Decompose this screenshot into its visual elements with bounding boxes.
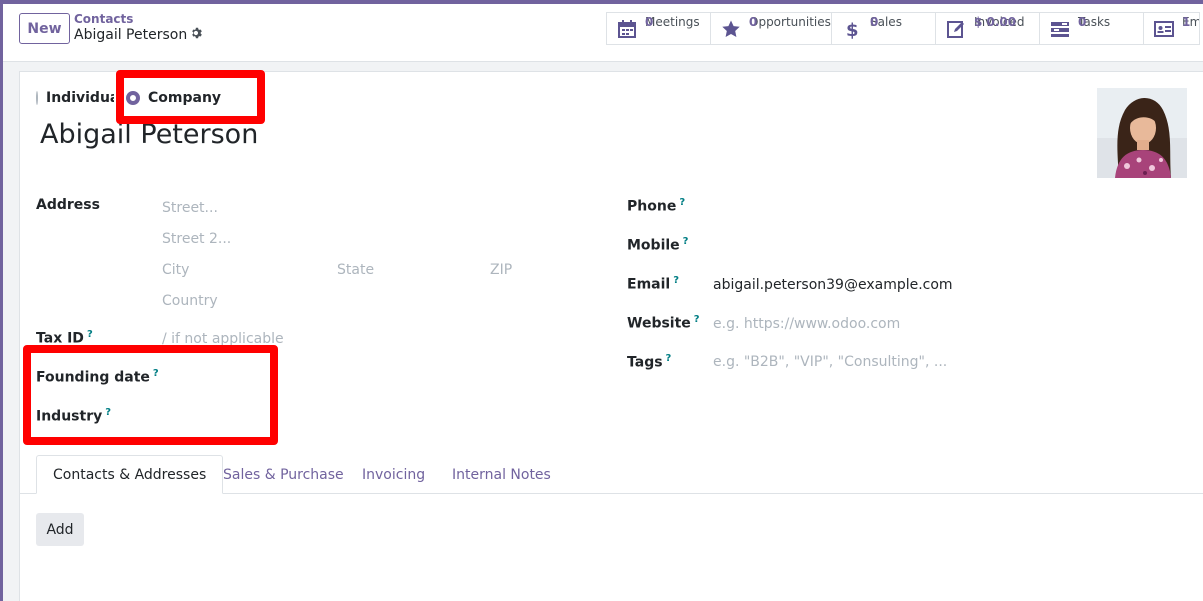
mobile-label: Mobile? bbox=[627, 236, 688, 254]
email-label: Email? bbox=[627, 275, 679, 293]
phone-label: Phone? bbox=[627, 197, 685, 215]
dollar-icon: $ bbox=[842, 18, 862, 40]
zip-input[interactable]: ZIP bbox=[490, 262, 512, 278]
left-accent-bar bbox=[0, 0, 3, 601]
new-button[interactable]: New bbox=[19, 13, 70, 44]
breadcrumb-current: Abigail Peterson bbox=[74, 27, 203, 43]
individual-radio-dot[interactable] bbox=[36, 91, 38, 105]
breadcrumb-current-label: Abigail Peterson bbox=[74, 27, 188, 43]
tab-invoicing[interactable]: Invoicing bbox=[346, 455, 441, 494]
email-input[interactable]: abigail.peterson39@example.com bbox=[713, 277, 953, 293]
company-type-radio: Individual Company bbox=[36, 90, 237, 106]
tasks-icon bbox=[1050, 18, 1070, 40]
tax-id-help-icon[interactable]: ? bbox=[87, 329, 93, 340]
company-radio[interactable]: Company bbox=[126, 90, 221, 106]
country-input[interactable]: Country bbox=[162, 293, 218, 309]
industry-label: Industry? bbox=[36, 407, 111, 425]
founding-date-label: Founding date? bbox=[36, 368, 159, 386]
email-help-icon[interactable]: ? bbox=[673, 275, 679, 286]
industry-help-icon[interactable]: ? bbox=[105, 407, 111, 418]
tax-id-label: Tax ID? bbox=[36, 329, 93, 347]
contact-avatar[interactable] bbox=[1097, 88, 1187, 178]
website-label: Website? bbox=[627, 314, 700, 332]
tags-input[interactable]: e.g. "B2B", "VIP", "Consulting", ... bbox=[713, 354, 947, 370]
email-label-text: Email bbox=[627, 276, 671, 293]
mobile-help-icon[interactable]: ? bbox=[683, 236, 689, 247]
tab-sales-purchase[interactable]: Sales & Purchase bbox=[207, 455, 360, 494]
street2-input[interactable]: Street 2... bbox=[162, 231, 231, 247]
opportunities-smart-button[interactable]: Opportunities 0 bbox=[710, 12, 831, 45]
svg-text:$: $ bbox=[846, 20, 859, 39]
form-sheet: Individual Company Abigail Peterson Addr… bbox=[19, 71, 1203, 601]
city-input[interactable]: City bbox=[162, 262, 189, 278]
mobile-label-text: Mobile bbox=[627, 237, 680, 254]
tab-contacts-addresses[interactable]: Contacts & Addresses bbox=[36, 455, 224, 494]
calendar-icon bbox=[617, 18, 637, 40]
opportunities-label: Opportunities bbox=[749, 15, 831, 29]
individual-radio-label[interactable]: Individual bbox=[46, 90, 114, 106]
star-icon bbox=[721, 18, 741, 40]
tags-label-text: Tags bbox=[627, 354, 663, 371]
control-panel: New Contacts Abigail Peterson Meetings 0… bbox=[3, 4, 1203, 62]
invoice-icon bbox=[946, 18, 966, 40]
individual-radio[interactable]: Individual bbox=[36, 90, 114, 106]
meetings-count: 0 bbox=[645, 15, 654, 29]
invoiced-smart-button[interactable]: Invoiced $ 0.00 bbox=[935, 12, 1039, 45]
gear-icon[interactable] bbox=[191, 27, 203, 43]
tags-help-icon[interactable]: ? bbox=[666, 353, 672, 364]
tasks-count: 0 bbox=[1078, 15, 1087, 29]
founding-date-label-text: Founding date bbox=[36, 369, 150, 386]
smart-buttons: Meetings 0 Opportunities 0 $ Sales 0 Inv… bbox=[606, 12, 1200, 45]
invoiced-amount: $ 0.00 bbox=[974, 15, 1017, 29]
employees-smart-button[interactable]: Emp 1 bbox=[1143, 12, 1200, 45]
website-help-icon[interactable]: ? bbox=[694, 314, 700, 325]
tab-internal-notes[interactable]: Internal Notes bbox=[436, 455, 567, 494]
website-label-text: Website bbox=[627, 315, 691, 332]
tags-label: Tags? bbox=[627, 353, 671, 371]
opportunities-count: 0 bbox=[749, 15, 758, 29]
meetings-smart-button[interactable]: Meetings 0 bbox=[606, 12, 710, 45]
website-input[interactable]: e.g. https://www.odoo.com bbox=[713, 316, 900, 332]
employees-count: 1 bbox=[1182, 15, 1191, 29]
company-radio-dot[interactable] bbox=[126, 91, 140, 105]
tax-id-input[interactable]: / if not applicable bbox=[162, 331, 284, 347]
state-input[interactable]: State bbox=[337, 262, 374, 278]
industry-label-text: Industry bbox=[36, 408, 103, 425]
phone-help-icon[interactable]: ? bbox=[679, 197, 685, 208]
contact-name-field[interactable]: Abigail Peterson bbox=[40, 119, 258, 150]
notebook-tabs: Contacts & Addresses Sales & Purchase In… bbox=[20, 455, 1203, 494]
breadcrumb-contacts-link[interactable]: Contacts bbox=[74, 12, 133, 26]
sales-smart-button[interactable]: $ Sales 0 bbox=[831, 12, 935, 45]
tax-id-label-text: Tax ID bbox=[36, 330, 84, 347]
company-radio-label[interactable]: Company bbox=[148, 90, 221, 106]
phone-label-text: Phone bbox=[627, 198, 677, 215]
id-card-icon bbox=[1154, 18, 1174, 40]
founding-date-help-icon[interactable]: ? bbox=[153, 368, 159, 379]
tasks-smart-button[interactable]: Tasks 0 bbox=[1039, 12, 1143, 45]
address-label: Address bbox=[36, 197, 100, 213]
add-contact-button[interactable]: Add bbox=[36, 513, 84, 546]
street-input[interactable]: Street... bbox=[162, 200, 218, 216]
sales-count: 0 bbox=[870, 15, 879, 29]
